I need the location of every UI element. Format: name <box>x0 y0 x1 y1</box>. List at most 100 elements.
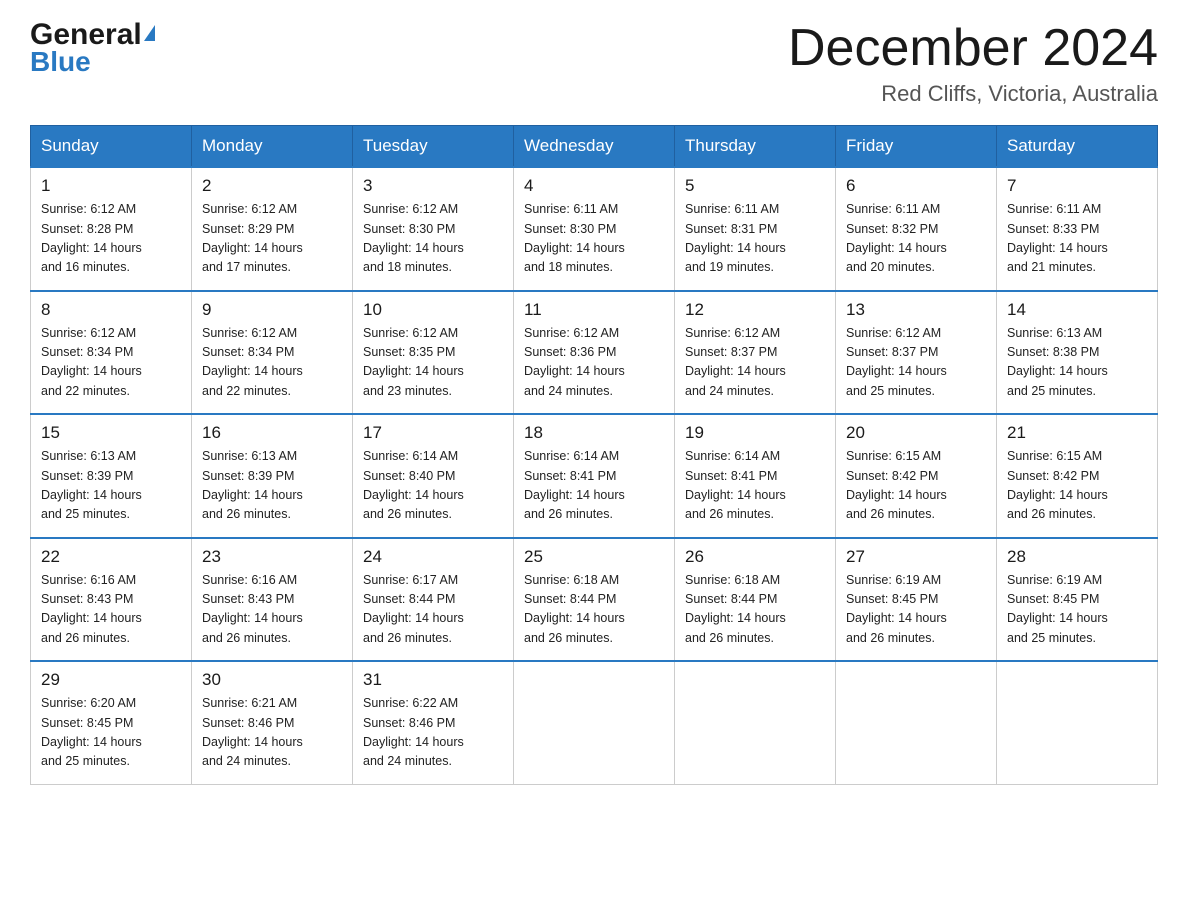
calendar-cell: 28Sunrise: 6:19 AMSunset: 8:45 PMDayligh… <box>997 538 1158 662</box>
day-info: Sunrise: 6:11 AMSunset: 8:33 PMDaylight:… <box>1007 200 1147 278</box>
calendar-cell: 12 Sunrise: 6:12 AMSunset: 8:37 PMDayligh… <box>675 291 836 415</box>
day-number: 16 <box>202 423 342 443</box>
day-number: 10 <box>363 300 503 320</box>
calendar-cell: 1 Sunrise: 6:12 AMSunset: 8:28 PMDaylight… <box>31 167 192 291</box>
day-info: Sunrise: 6:14 AMSunset: 8:41 PMDaylight:… <box>685 447 825 525</box>
calendar-cell: 10 Sunrise: 6:12 AMSunset: 8:35 PMDayligh… <box>353 291 514 415</box>
calendar-cell: 21 Sunrise: 6:15 AMSunset: 8:42 PMDayligh… <box>997 414 1158 538</box>
calendar-cell: 25 Sunrise: 6:18 AMSunset: 8:44 PMDayligh… <box>514 538 675 662</box>
week-row-2: 8Sunrise: 6:12 AMSunset: 8:34 PMDaylight… <box>31 291 1158 415</box>
calendar-cell: 11Sunrise: 6:12 AMSunset: 8:36 PMDayligh… <box>514 291 675 415</box>
day-number: 14 <box>1007 300 1147 320</box>
day-number: 6 <box>846 176 986 196</box>
day-info: Sunrise: 6:11 AMSunset: 8:31 PMDaylight:… <box>685 200 825 278</box>
calendar-cell: 20 Sunrise: 6:15 AMSunset: 8:42 PMDayligh… <box>836 414 997 538</box>
day-number: 5 <box>685 176 825 196</box>
calendar-cell: 13 Sunrise: 6:12 AMSunset: 8:37 PMDayligh… <box>836 291 997 415</box>
day-number: 7 <box>1007 176 1147 196</box>
week-row-4: 22 Sunrise: 6:16 AMSunset: 8:43 PMDayligh… <box>31 538 1158 662</box>
day-number: 17 <box>363 423 503 443</box>
calendar-cell <box>997 661 1158 784</box>
day-info: Sunrise: 6:12 AMSunset: 8:37 PMDaylight:… <box>846 324 986 402</box>
day-info: Sunrise: 6:15 AMSunset: 8:42 PMDaylight:… <box>846 447 986 525</box>
calendar-cell: 26 Sunrise: 6:18 AMSunset: 8:44 PMDayligh… <box>675 538 836 662</box>
header-wednesday: Wednesday <box>514 126 675 168</box>
day-info: Sunrise: 6:22 AMSunset: 8:46 PMDaylight:… <box>363 694 503 772</box>
calendar-cell: 23Sunrise: 6:16 AMSunset: 8:43 PMDayligh… <box>192 538 353 662</box>
calendar-cell: 16 Sunrise: 6:13 AMSunset: 8:39 PMDayligh… <box>192 414 353 538</box>
day-number: 19 <box>685 423 825 443</box>
location-title: Red Cliffs, Victoria, Australia <box>788 81 1158 107</box>
day-number: 22 <box>41 547 181 567</box>
day-number: 2 <box>202 176 342 196</box>
day-number: 18 <box>524 423 664 443</box>
day-info: Sunrise: 6:13 AMSunset: 8:39 PMDaylight:… <box>202 447 342 525</box>
calendar-cell: 14 Sunrise: 6:13 AMSunset: 8:38 PMDayligh… <box>997 291 1158 415</box>
header-saturday: Saturday <box>997 126 1158 168</box>
day-number: 30 <box>202 670 342 690</box>
day-info: Sunrise: 6:18 AMSunset: 8:44 PMDaylight:… <box>685 571 825 649</box>
calendar-header-row: SundayMondayTuesdayWednesdayThursdayFrid… <box>31 126 1158 168</box>
day-number: 26 <box>685 547 825 567</box>
calendar-cell <box>836 661 997 784</box>
month-title: December 2024 <box>788 20 1158 77</box>
day-number: 23 <box>202 547 342 567</box>
calendar-cell: 24 Sunrise: 6:17 AMSunset: 8:44 PMDayligh… <box>353 538 514 662</box>
day-number: 12 <box>685 300 825 320</box>
calendar-cell: 30 Sunrise: 6:21 AMSunset: 8:46 PMDayligh… <box>192 661 353 784</box>
header-tuesday: Tuesday <box>353 126 514 168</box>
day-info: Sunrise: 6:11 AMSunset: 8:32 PMDaylight:… <box>846 200 986 278</box>
day-number: 24 <box>363 547 503 567</box>
day-info: Sunrise: 6:17 AMSunset: 8:44 PMDaylight:… <box>363 571 503 649</box>
calendar-cell: 2 Sunrise: 6:12 AMSunset: 8:29 PMDaylight… <box>192 167 353 291</box>
day-info: Sunrise: 6:13 AMSunset: 8:38 PMDaylight:… <box>1007 324 1147 402</box>
header-friday: Friday <box>836 126 997 168</box>
day-info: Sunrise: 6:12 AMSunset: 8:35 PMDaylight:… <box>363 324 503 402</box>
day-info: Sunrise: 6:12 AMSunset: 8:28 PMDaylight:… <box>41 200 181 278</box>
week-row-1: 1 Sunrise: 6:12 AMSunset: 8:28 PMDaylight… <box>31 167 1158 291</box>
day-info: Sunrise: 6:11 AMSunset: 8:30 PMDaylight:… <box>524 200 664 278</box>
day-info: Sunrise: 6:19 AMSunset: 8:45 PMDaylight:… <box>1007 571 1147 649</box>
calendar-cell: 27 Sunrise: 6:19 AMSunset: 8:45 PMDayligh… <box>836 538 997 662</box>
page-header: General Blue December 2024 Red Cliffs, V… <box>30 20 1158 107</box>
header-monday: Monday <box>192 126 353 168</box>
calendar-cell: 19 Sunrise: 6:14 AMSunset: 8:41 PMDayligh… <box>675 414 836 538</box>
day-number: 27 <box>846 547 986 567</box>
day-info: Sunrise: 6:20 AMSunset: 8:45 PMDaylight:… <box>41 694 181 772</box>
day-info: Sunrise: 6:19 AMSunset: 8:45 PMDaylight:… <box>846 571 986 649</box>
day-number: 20 <box>846 423 986 443</box>
day-info: Sunrise: 6:12 AMSunset: 8:37 PMDaylight:… <box>685 324 825 402</box>
day-number: 13 <box>846 300 986 320</box>
logo-blue-text: Blue <box>30 48 155 76</box>
day-number: 25 <box>524 547 664 567</box>
day-info: Sunrise: 6:13 AMSunset: 8:39 PMDaylight:… <box>41 447 181 525</box>
day-info: Sunrise: 6:14 AMSunset: 8:41 PMDaylight:… <box>524 447 664 525</box>
day-number: 31 <box>363 670 503 690</box>
day-number: 11 <box>524 300 664 320</box>
day-info: Sunrise: 6:12 AMSunset: 8:30 PMDaylight:… <box>363 200 503 278</box>
day-info: Sunrise: 6:14 AMSunset: 8:40 PMDaylight:… <box>363 447 503 525</box>
calendar-cell: 17 Sunrise: 6:14 AMSunset: 8:40 PMDayligh… <box>353 414 514 538</box>
week-row-3: 15 Sunrise: 6:13 AMSunset: 8:39 PMDayligh… <box>31 414 1158 538</box>
calendar-cell: 15 Sunrise: 6:13 AMSunset: 8:39 PMDayligh… <box>31 414 192 538</box>
day-info: Sunrise: 6:15 AMSunset: 8:42 PMDaylight:… <box>1007 447 1147 525</box>
calendar-cell: 6 Sunrise: 6:11 AMSunset: 8:32 PMDaylight… <box>836 167 997 291</box>
day-info: Sunrise: 6:16 AMSunset: 8:43 PMDaylight:… <box>41 571 181 649</box>
day-info: Sunrise: 6:12 AMSunset: 8:34 PMDaylight:… <box>202 324 342 402</box>
day-number: 4 <box>524 176 664 196</box>
day-number: 15 <box>41 423 181 443</box>
day-info: Sunrise: 6:18 AMSunset: 8:44 PMDaylight:… <box>524 571 664 649</box>
day-number: 1 <box>41 176 181 196</box>
day-number: 21 <box>1007 423 1147 443</box>
calendar-cell: 8Sunrise: 6:12 AMSunset: 8:34 PMDaylight… <box>31 291 192 415</box>
day-info: Sunrise: 6:12 AMSunset: 8:29 PMDaylight:… <box>202 200 342 278</box>
day-number: 29 <box>41 670 181 690</box>
week-row-5: 29 Sunrise: 6:20 AMSunset: 8:45 PMDayligh… <box>31 661 1158 784</box>
calendar-cell <box>514 661 675 784</box>
calendar-cell: 3 Sunrise: 6:12 AMSunset: 8:30 PMDaylight… <box>353 167 514 291</box>
calendar-cell <box>675 661 836 784</box>
day-number: 3 <box>363 176 503 196</box>
day-info: Sunrise: 6:21 AMSunset: 8:46 PMDaylight:… <box>202 694 342 772</box>
calendar-cell: 22 Sunrise: 6:16 AMSunset: 8:43 PMDayligh… <box>31 538 192 662</box>
calendar-cell: 31 Sunrise: 6:22 AMSunset: 8:46 PMDayligh… <box>353 661 514 784</box>
